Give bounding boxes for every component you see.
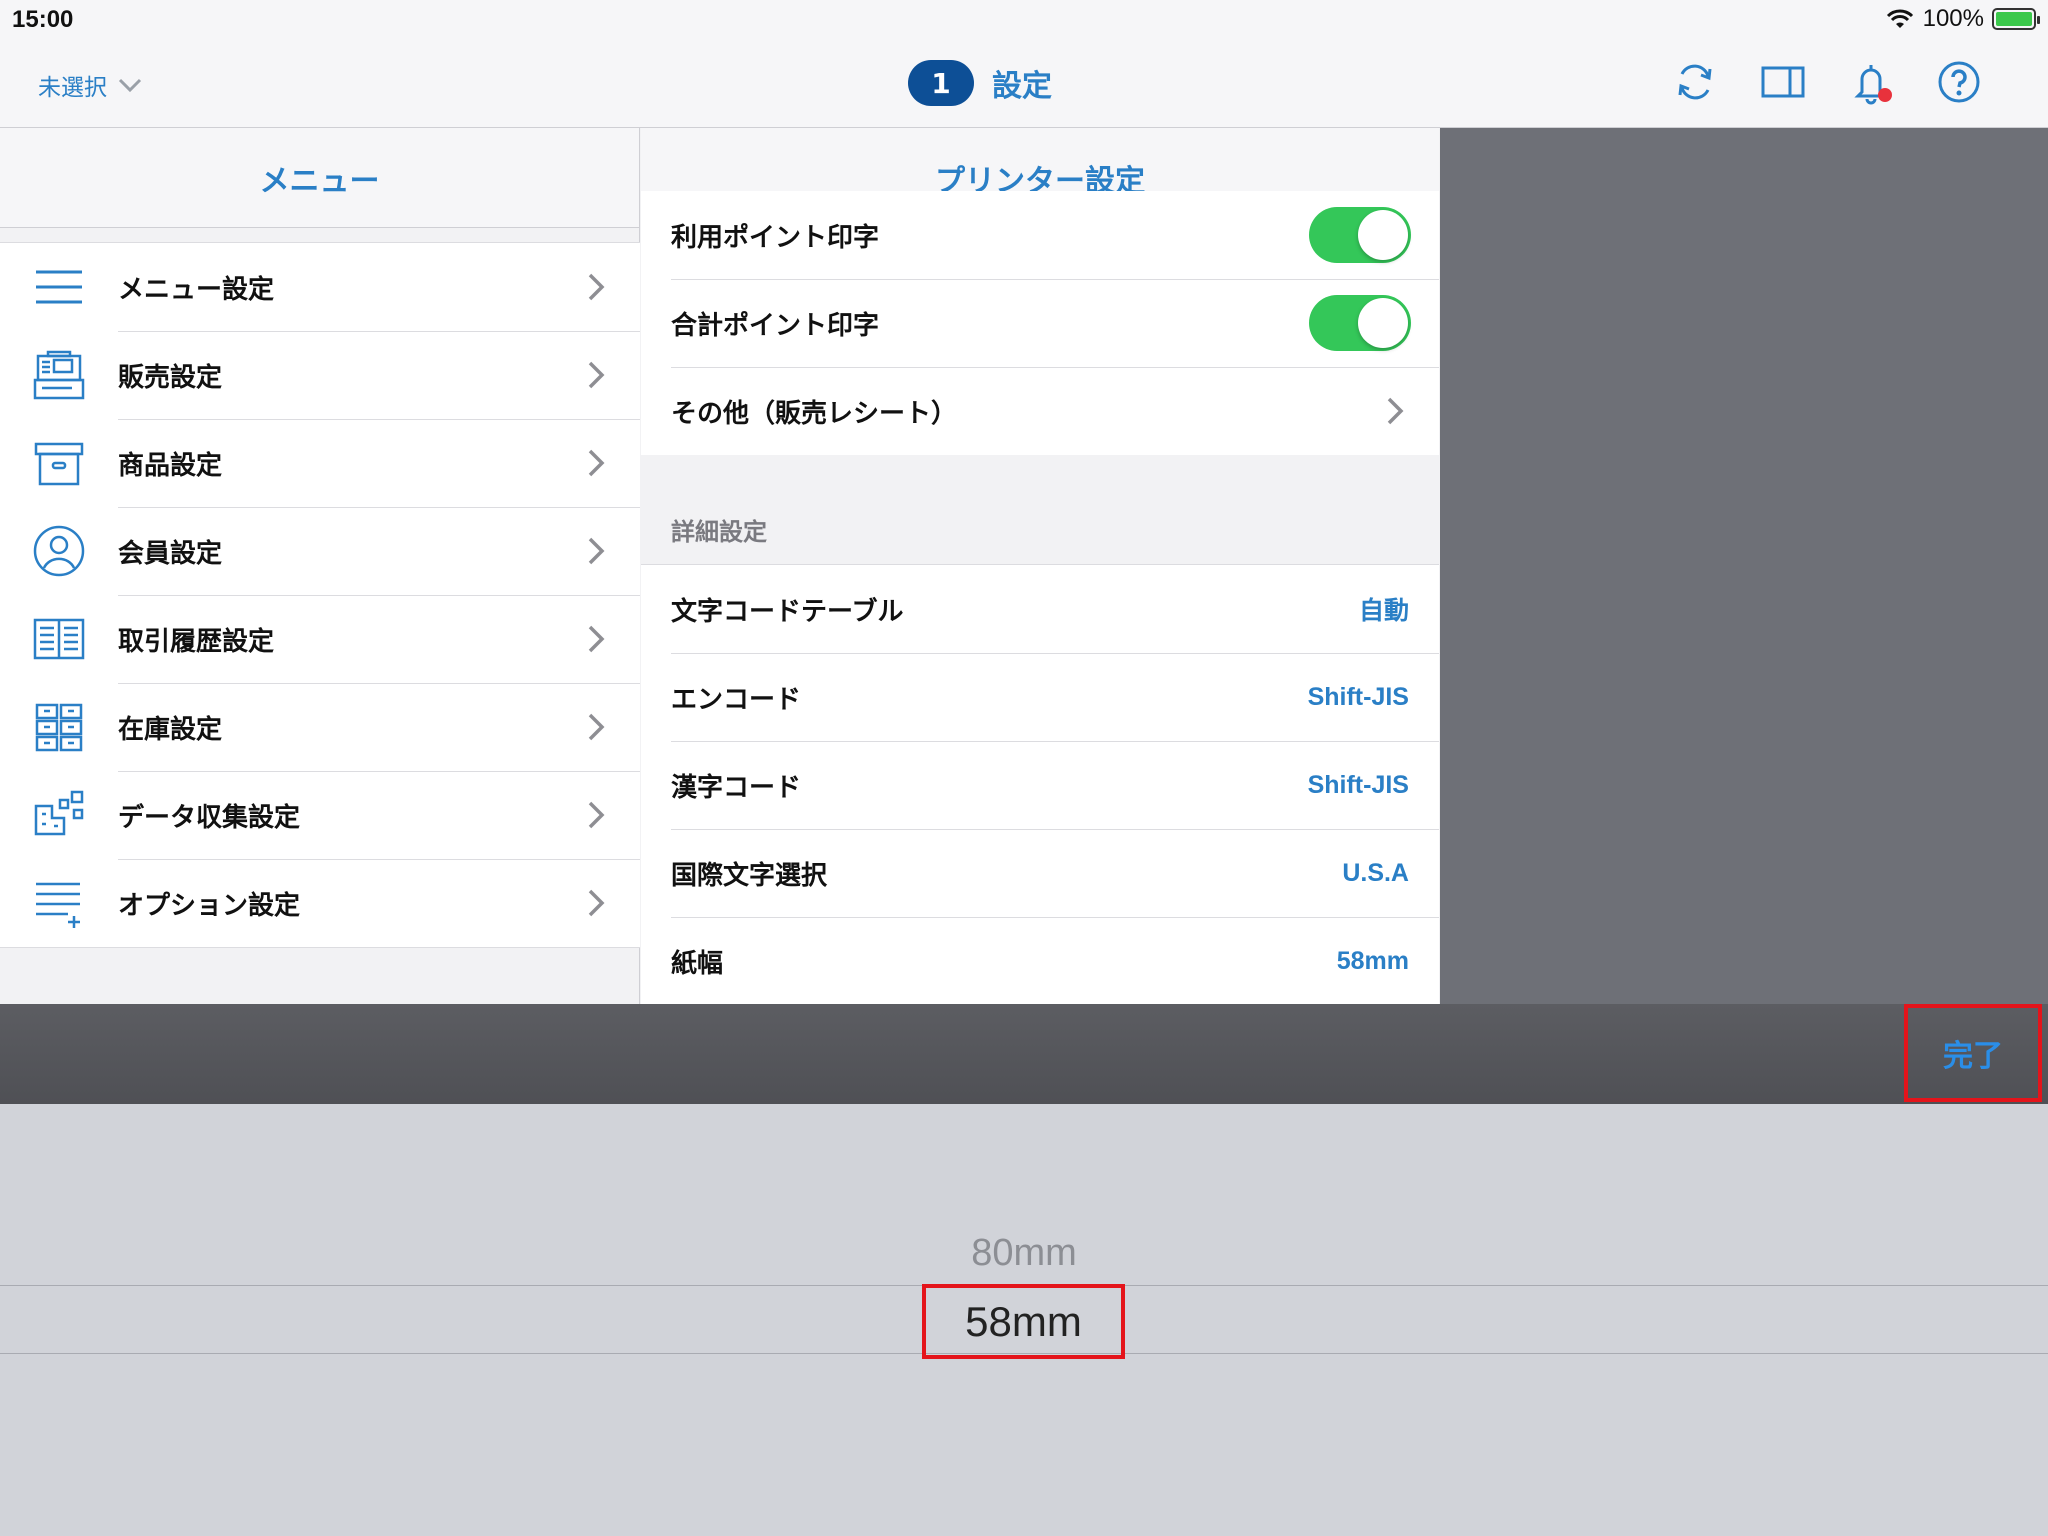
menu-item-product-settings[interactable]: 商品設定 [0,419,640,507]
chevron-down-icon [118,78,142,93]
split-view-button[interactable] [1759,58,1807,106]
wifi-icon [1886,9,1913,28]
setting-row-paper-width[interactable]: 紙幅 58mm [641,917,1439,1004]
setting-row-kanji-code[interactable]: 漢字コード Shift-JIS [641,741,1439,829]
setting-label: 文字コードテーブル [671,596,904,627]
paper-width-picker[interactable]: 80mm 58mm [0,1104,2048,1536]
battery-percent: 100% [1922,5,1984,32]
setting-row-total-points-print: 合計ポイント印字 [641,279,1439,367]
chevron-right-icon [588,273,605,301]
register-icon [30,346,88,404]
setting-value: 58mm [1336,946,1409,975]
setting-value: Shift-JIS [1307,770,1409,799]
chevron-right-icon [588,625,605,653]
setting-label: 紙幅 [671,948,724,979]
total-points-toggle[interactable] [1309,295,1411,351]
setting-label: 利用ポイント印字 [671,222,880,253]
receipt-settings-group: 利用ポイント印字 合計ポイント印字 その他（販売レシート） [641,191,1439,455]
printer-settings-panel: プリンター設定 利用ポイント印字 合計ポイント印字 その他（販売レシート） 詳細… [641,128,1439,1004]
status-time: 15:00 [12,6,74,33]
status-right: 100% [1885,5,2040,33]
setting-row-encode[interactable]: エンコード Shift-JIS [641,653,1439,741]
chevron-right-icon [1387,397,1404,425]
menu-item-label: オプション設定 [118,890,301,921]
setting-value: U.S.A [1342,858,1409,887]
options-list-icon [30,874,88,932]
detail-settings-group: 文字コードテーブル 自動 エンコード Shift-JIS 漢字コード Shift… [641,564,1439,1004]
count-badge: 1 [908,60,974,106]
person-icon [30,522,88,580]
setting-row-other-sales-receipt[interactable]: その他（販売レシート） [641,367,1439,455]
picker-toolbar: 完了 [0,1004,2048,1104]
setting-value: 自動 [1358,597,1409,625]
chevron-right-icon [588,889,605,917]
menu-lines-icon [30,258,88,316]
ledger-icon [30,610,88,668]
menu-item-label: メニュー設定 [118,274,275,305]
nav-icons [1671,58,1983,106]
menu-list: メニュー設定 販売設定 商品設定 会員設定 取引履歴設定 在庫設定 データ収集設… [0,242,640,948]
menu-item-data-collection-settings[interactable]: データ収集設定 [0,771,640,859]
split-view-icon [1761,66,1805,98]
store-selector[interactable]: 未選択 [38,68,143,102]
menu-item-inventory-settings[interactable]: 在庫設定 [0,683,640,771]
menu-panel: メニュー メニュー設定 販売設定 商品設定 会員設定 取引履歴設定 在庫設定 デ… [0,128,640,1004]
chevron-right-icon [588,449,605,477]
help-icon [1938,61,1980,103]
setting-row-char-code-table[interactable]: 文字コードテーブル 自動 [641,565,1439,653]
menu-item-label: 商品設定 [118,450,223,481]
notification-dot [1878,88,1892,102]
help-button[interactable] [1935,58,1983,106]
chevron-right-icon [588,713,605,741]
setting-label: エンコード [671,684,802,715]
menu-item-label: 販売設定 [118,362,223,393]
picker-selected-option[interactable]: 58mm [922,1284,1125,1359]
battery-icon [1992,8,2040,30]
menu-item-label: 在庫設定 [118,714,223,745]
box-icon [30,434,88,492]
status-bar: 15:00 100% [0,0,2048,40]
nav-bar: 未選択 1 設定 [0,40,2048,128]
shelves-icon [30,698,88,756]
dimmed-overlay [1440,128,2048,1004]
menu-item-label: データ収集設定 [118,802,301,833]
chevron-right-icon [588,361,605,389]
menu-item-option-settings[interactable]: オプション設定 [0,859,640,947]
chevron-right-icon [588,801,605,829]
menu-item-history-settings[interactable]: 取引履歴設定 [0,595,640,683]
nav-title-group: 1 設定 [908,60,1052,106]
setting-label: その他（販売レシート） [671,398,958,429]
notification-button[interactable] [1847,58,1895,106]
done-button[interactable]: 完了 [1904,1004,2042,1102]
picker-option[interactable]: 80mm [0,1232,2048,1275]
setting-value: Shift-JIS [1307,682,1409,711]
setting-label: 国際文字選択 [671,860,828,891]
menu-panel-title: メニュー [0,128,639,228]
setting-label: 漢字コード [671,772,802,803]
sync-button[interactable] [1671,58,1719,106]
setting-row-used-points-print: 利用ポイント印字 [641,191,1439,279]
menu-item-label: 会員設定 [118,538,223,569]
used-points-toggle[interactable] [1309,207,1411,263]
page-title: 設定 [992,69,1052,104]
chevron-right-icon [588,537,605,565]
menu-item-sales-settings[interactable]: 販売設定 [0,331,640,419]
menu-item-member-settings[interactable]: 会員設定 [0,507,640,595]
detail-settings-header: 詳細設定 [671,518,767,546]
menu-item-menu-settings[interactable]: メニュー設定 [0,243,640,331]
setting-row-international-charset[interactable]: 国際文字選択 U.S.A [641,829,1439,917]
menu-item-label: 取引履歴設定 [118,626,275,657]
store-selector-label: 未選択 [38,75,107,101]
setting-label: 合計ポイント印字 [671,310,880,341]
data-collect-icon [30,786,88,844]
sync-icon [1678,64,1712,100]
